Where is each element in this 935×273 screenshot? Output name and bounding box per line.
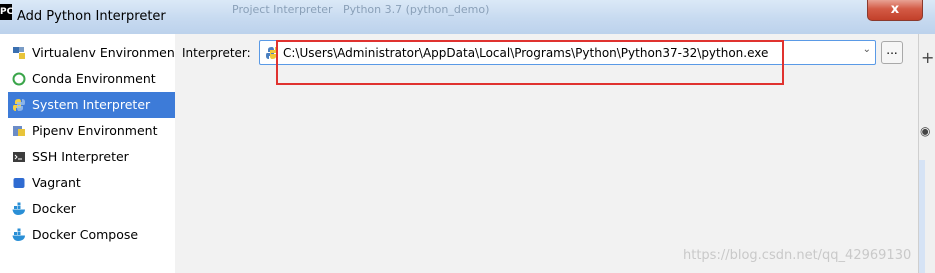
chevron-down-icon[interactable]: ⌄ — [863, 44, 871, 55]
close-button[interactable]: x — [867, 0, 923, 21]
sidebar-item-label: Vagrant — [32, 175, 81, 190]
python-icon — [13, 99, 25, 111]
sidebar-item-system-interpreter[interactable]: System Interpreter — [8, 92, 175, 118]
plus-icon: + — [921, 48, 935, 67]
terminal-icon — [13, 152, 25, 162]
title-bar: PC Add Python Interpreter Project Interp… — [0, 0, 935, 35]
sidebar-item-label: Docker Compose — [32, 227, 139, 242]
sidebar-item-docker[interactable]: Docker — [8, 196, 175, 222]
sidebar-item-label: System Interpreter — [32, 97, 151, 112]
interpreter-label: Interpreter: — [182, 46, 251, 60]
sidebar-item-pipenv[interactable]: Pipenv Environment — [8, 118, 175, 144]
docker-icon — [12, 202, 25, 215]
virtualenv-icon — [13, 47, 25, 59]
sidebar-item-label: SSH Interpreter — [32, 149, 129, 164]
sidebar-item-label: Docker — [32, 201, 76, 216]
docker-icon — [12, 228, 25, 241]
pycharm-icon: PC — [0, 4, 13, 20]
sidebar-item-virtualenv[interactable]: Virtualenv Environment — [8, 40, 180, 66]
sidebar-item-label: Conda Environment — [32, 71, 156, 86]
conda-icon — [12, 72, 26, 86]
background-window-text: Python 3.7 (python_demo) — [343, 3, 490, 16]
browse-button[interactable]: ... — [881, 41, 903, 64]
pipenv-icon — [13, 126, 25, 136]
eye-icon: ◉ — [920, 124, 931, 138]
sidebar-item-ssh[interactable]: SSH Interpreter — [8, 144, 175, 170]
sidebar-item-vagrant[interactable]: Vagrant — [8, 170, 175, 196]
sidebar-item-docker-compose[interactable]: Docker Compose — [8, 222, 175, 248]
sidebar-item-label: Pipenv Environment — [32, 123, 158, 138]
sidebar-item-conda[interactable]: Conda Environment — [8, 66, 175, 92]
highlight-annotation — [276, 40, 784, 85]
vagrant-icon — [13, 178, 25, 188]
background-window-text: Project Interpreter — [232, 3, 333, 16]
sidebar-item-label: Virtualenv Environment — [32, 45, 180, 60]
watermark: https://blog.csdn.net/qq_42969130 — [683, 248, 912, 263]
scrollbar — [919, 160, 925, 273]
window-title: Add Python Interpreter — [17, 9, 166, 24]
